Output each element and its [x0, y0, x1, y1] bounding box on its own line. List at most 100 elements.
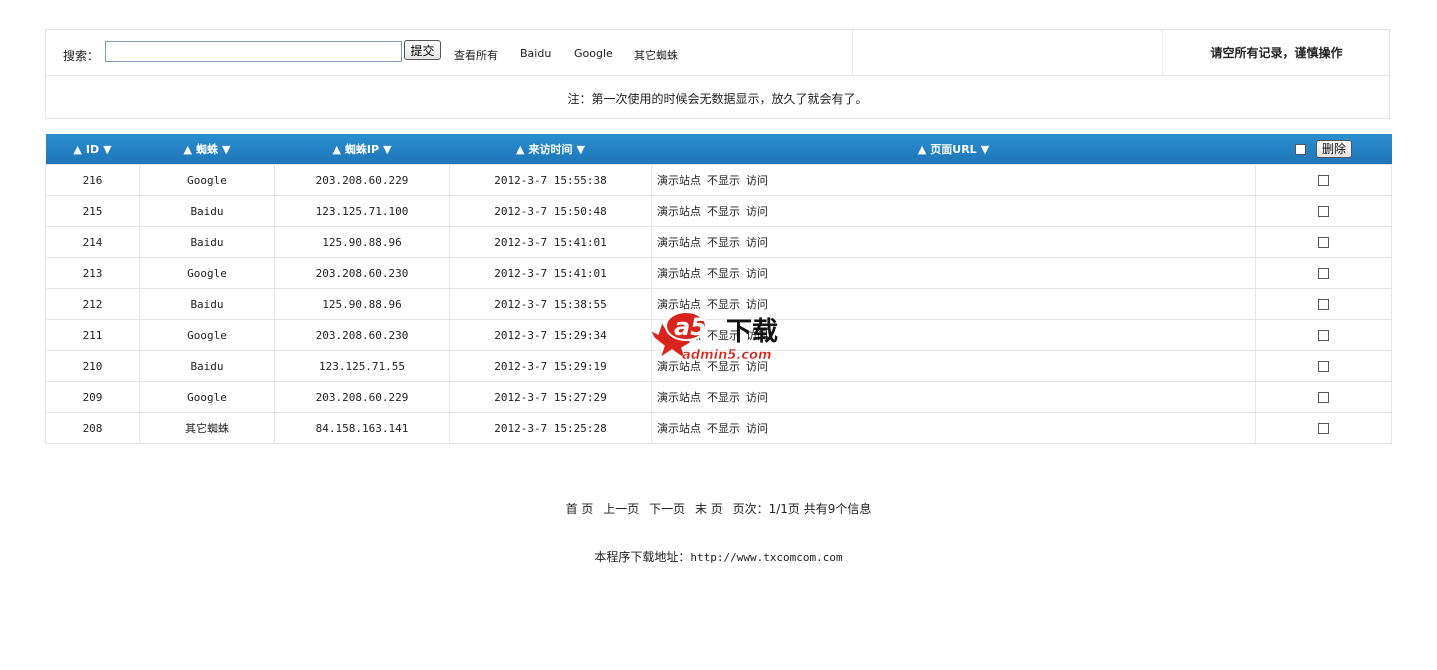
cell-time: 2012-3-7 15:50:48: [449, 195, 652, 227]
cell-id: 211: [45, 319, 140, 351]
search-cell: 搜索： 提交 查看所有 Baidu Google 其它蜘蛛: [46, 30, 853, 75]
site-link[interactable]: 演示站点: [657, 174, 701, 187]
cell-spider: Baidu: [139, 195, 275, 227]
cell-select: [1255, 257, 1392, 289]
cell-ip: 123.125.71.55: [274, 350, 450, 382]
site-link[interactable]: 演示站点: [657, 422, 701, 435]
filter-all-link[interactable]: 查看所有: [454, 47, 498, 63]
row-checkbox[interactable]: [1318, 175, 1329, 186]
cell-ip: 125.90.88.96: [274, 226, 450, 258]
row-checkbox[interactable]: [1318, 268, 1329, 279]
visit-link[interactable]: 访问: [746, 422, 768, 435]
cell-time: 2012-3-7 15:29:34: [449, 319, 652, 351]
site-link[interactable]: 演示站点: [657, 205, 701, 218]
header-url: ▲ 页面URL ▼: [651, 134, 1256, 165]
sort-asc-icon[interactable]: ▲: [73, 143, 81, 156]
cell-spider: Google: [139, 381, 275, 413]
sort-desc-icon[interactable]: ▼: [103, 143, 111, 156]
cell-spider: Google: [139, 164, 275, 196]
row-checkbox[interactable]: [1318, 330, 1329, 341]
cell-time: 2012-3-7 15:38:55: [449, 288, 652, 320]
row-checkbox[interactable]: [1318, 299, 1329, 310]
note-text: 注：第一次使用的时候会无数据显示，放久了就会有了。: [567, 91, 868, 106]
sort-asc-icon[interactable]: ▲: [332, 143, 340, 156]
row-checkbox[interactable]: [1318, 392, 1329, 403]
cell-ip: 84.158.163.141: [274, 412, 450, 444]
cell-select: [1255, 288, 1392, 320]
cell-spider: Google: [139, 319, 275, 351]
download-url[interactable]: http://www.txcomcom.com: [690, 551, 842, 564]
cell-ip: 125.90.88.96: [274, 288, 450, 320]
filter-other-link[interactable]: 其它蜘蛛: [634, 47, 678, 63]
cell-time: 2012-3-7 15:25:28: [449, 412, 652, 444]
sort-asc-icon[interactable]: ▲: [918, 143, 926, 156]
delete-button[interactable]: 删除: [1316, 140, 1352, 158]
cell-ip: 123.125.71.100: [274, 195, 450, 227]
header-label: 页面URL: [930, 143, 977, 156]
row-checkbox[interactable]: [1318, 206, 1329, 217]
sort-desc-icon[interactable]: ▼: [577, 143, 585, 156]
row-checkbox[interactable]: [1318, 361, 1329, 372]
next-page-link[interactable]: 下一页: [649, 502, 685, 516]
row-checkbox[interactable]: [1318, 237, 1329, 248]
sort-desc-icon[interactable]: ▼: [222, 143, 230, 156]
hide-link[interactable]: 不显示: [707, 174, 740, 187]
cell-id: 210: [45, 350, 140, 382]
clear-all-link[interactable]: 请空所有记录，谨慎操作: [1162, 30, 1391, 75]
cell-id: 216: [45, 164, 140, 196]
cell-ip: 203.208.60.230: [274, 319, 450, 351]
hide-link[interactable]: 不显示: [707, 391, 740, 404]
cell-url: 演示站点不显示访问: [651, 226, 1256, 258]
first-page-link[interactable]: 首 页: [566, 502, 594, 516]
hide-link[interactable]: 不显示: [707, 267, 740, 280]
sort-desc-icon[interactable]: ▼: [383, 143, 391, 156]
submit-button[interactable]: 提交: [404, 40, 441, 60]
records-table: ▲ ID ▼ ▲ 蜘蛛 ▼ ▲ 蜘蛛IP ▼ ▲ 来访时间 ▼ ▲ 页面URL ▼ 删除 216 Go…: [45, 134, 1392, 444]
filter-baidu-link[interactable]: Baidu: [520, 47, 551, 60]
footer-label: 本程序下载地址：: [594, 550, 691, 564]
cell-url: 演示站点不显示访问: [651, 257, 1256, 289]
search-row: 搜索： 提交 查看所有 Baidu Google 其它蜘蛛 请空所有记录，谨慎操…: [46, 30, 1389, 76]
cell-id: 208: [45, 412, 140, 444]
visit-link[interactable]: 访问: [746, 174, 768, 187]
hide-link[interactable]: 不显示: [707, 205, 740, 218]
cell-select: [1255, 412, 1392, 444]
search-panel: 搜索： 提交 查看所有 Baidu Google 其它蜘蛛 请空所有记录，谨慎操…: [45, 29, 1390, 119]
sort-asc-icon[interactable]: ▲: [184, 143, 192, 156]
row-checkbox[interactable]: [1318, 423, 1329, 434]
a5-logo-icon: a5 下载 admin5.com: [648, 311, 778, 363]
table-row: 213 Google 203.208.60.230 2012-3-7 15:41:01…: [45, 257, 1392, 289]
cell-time: 2012-3-7 15:55:38: [449, 164, 652, 196]
search-label: 搜索：: [63, 49, 100, 63]
visit-link[interactable]: 访问: [746, 236, 768, 249]
cell-select: [1255, 350, 1392, 382]
prev-page-link[interactable]: 上一页: [603, 502, 639, 516]
filter-google-link[interactable]: Google: [574, 47, 613, 60]
cell-id: 209: [45, 381, 140, 413]
visit-link[interactable]: 访问: [746, 267, 768, 280]
cell-ip: 203.208.60.230: [274, 257, 450, 289]
site-link[interactable]: 演示站点: [657, 236, 701, 249]
footer: 本程序下载地址：http://www.txcomcom.com: [0, 548, 1437, 565]
cell-id: 212: [45, 288, 140, 320]
cell-select: [1255, 195, 1392, 227]
logo-tagline: 下载: [726, 317, 778, 347]
cell-id: 213: [45, 257, 140, 289]
site-link[interactable]: 演示站点: [657, 391, 701, 404]
hide-link[interactable]: 不显示: [707, 236, 740, 249]
cell-url: 演示站点不显示访问: [651, 164, 1256, 196]
cell-select: [1255, 226, 1392, 258]
sort-asc-icon[interactable]: ▲: [516, 143, 524, 156]
sort-desc-icon[interactable]: ▼: [981, 143, 989, 156]
search-input[interactable]: [105, 41, 402, 62]
visit-link[interactable]: 访问: [746, 391, 768, 404]
table-row: 216 Google 203.208.60.229 2012-3-7 15:55:38…: [45, 164, 1392, 196]
hide-link[interactable]: 不显示: [707, 422, 740, 435]
last-page-link[interactable]: 末 页: [695, 502, 723, 516]
cell-select: [1255, 381, 1392, 413]
site-link[interactable]: 演示站点: [657, 267, 701, 280]
header-time: ▲ 来访时间 ▼: [449, 134, 652, 165]
visit-link[interactable]: 访问: [746, 205, 768, 218]
table-row: 209 Google 203.208.60.229 2012-3-7 15:27:29…: [45, 381, 1392, 413]
select-all-checkbox[interactable]: [1295, 143, 1306, 155]
